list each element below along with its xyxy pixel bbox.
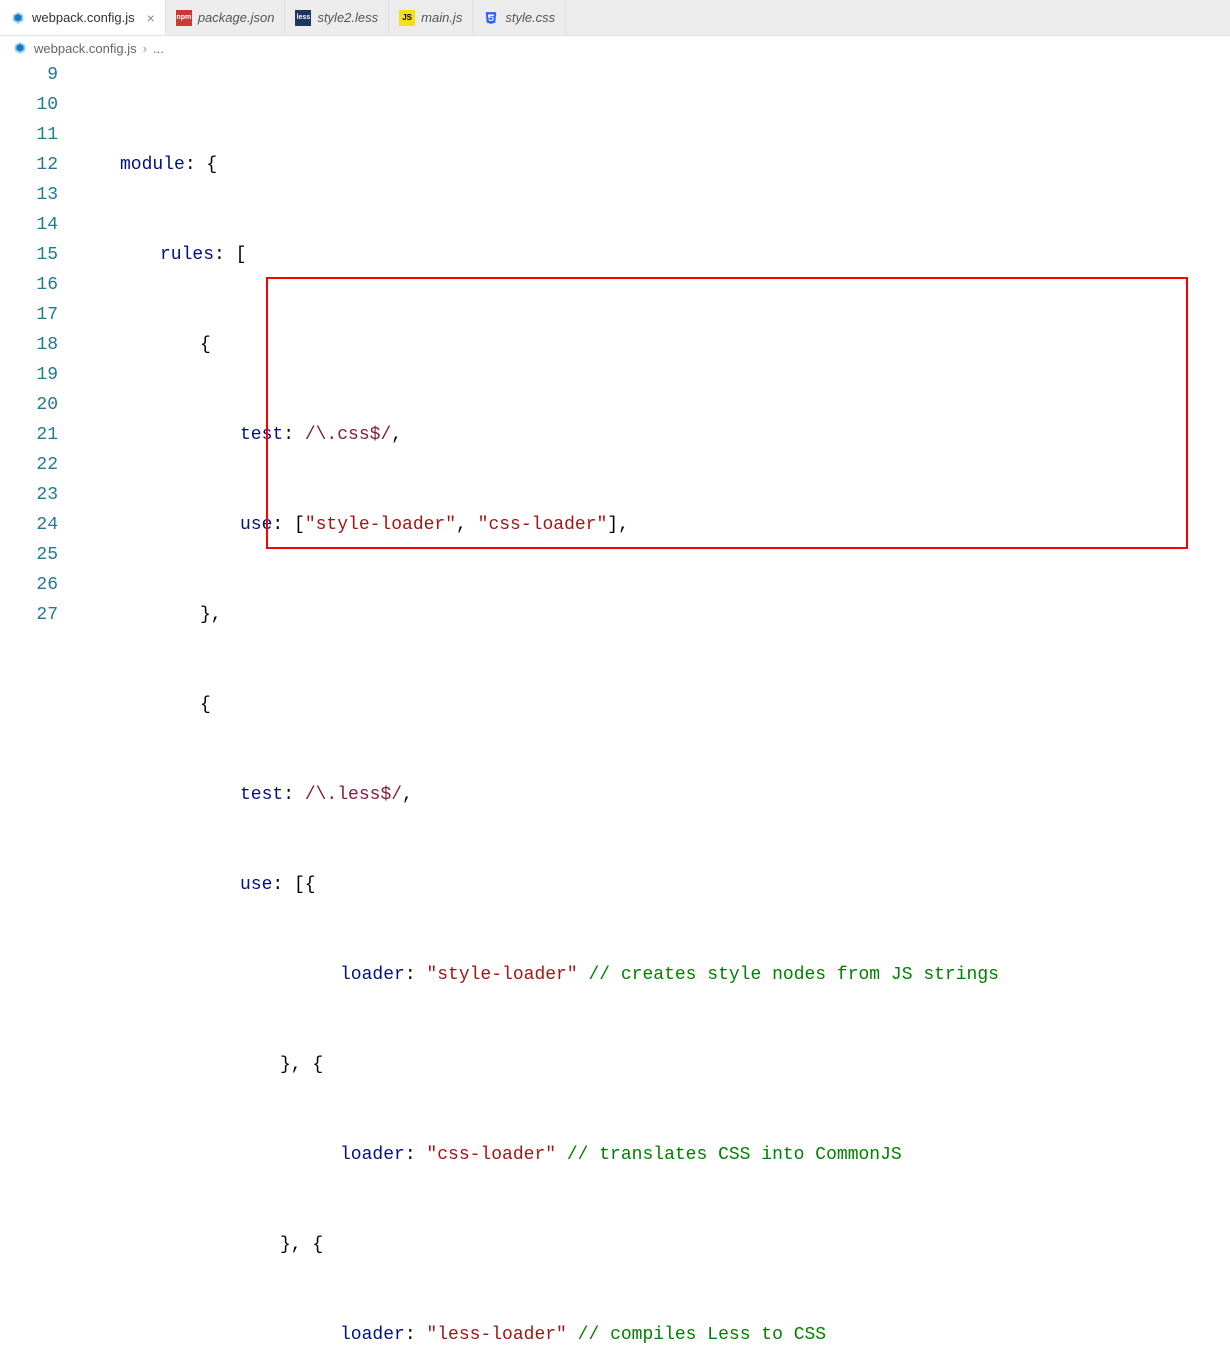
tab-style-css[interactable]: style.css	[473, 0, 566, 35]
tab-label: package.json	[198, 10, 275, 25]
code-line: rules: [	[80, 240, 1230, 270]
line-number: 21	[0, 420, 58, 450]
code-line: test: /\.css$/,	[80, 420, 1230, 450]
line-number: 9	[0, 60, 58, 90]
tab-label: style.css	[505, 10, 555, 25]
webpack-icon	[12, 40, 28, 56]
annotation-highlight	[266, 277, 1188, 549]
line-number: 11	[0, 120, 58, 150]
webpack-icon	[10, 10, 26, 26]
code-line: {	[80, 690, 1230, 720]
tab-label: main.js	[421, 10, 462, 25]
line-number: 17	[0, 300, 58, 330]
line-number: 23	[0, 480, 58, 510]
tab-main-js[interactable]: JS main.js	[389, 0, 473, 35]
tab-label: style2.less	[317, 10, 378, 25]
code-line: loader: "less-loader" // compiles Less t…	[80, 1320, 1230, 1348]
code-line: module: {	[80, 150, 1230, 180]
tab-style2-less[interactable]: less style2.less	[285, 0, 389, 35]
js-icon: JS	[399, 10, 415, 26]
npm-icon: npm	[176, 10, 192, 26]
code-line: loader: "style-loader" // creates style …	[80, 960, 1230, 990]
editor-area[interactable]: 9101112131415161718192021222324252627 mo…	[0, 60, 1230, 674]
line-number: 14	[0, 210, 58, 240]
tab-label: webpack.config.js	[32, 10, 135, 25]
line-number: 16	[0, 270, 58, 300]
line-number: 24	[0, 510, 58, 540]
breadcrumb[interactable]: webpack.config.js › ...	[0, 36, 1230, 60]
code-line: },	[80, 600, 1230, 630]
tab-webpack-config[interactable]: webpack.config.js ×	[0, 0, 166, 35]
code-line: {	[80, 330, 1230, 360]
code-line: }, {	[80, 1050, 1230, 1080]
line-number: 19	[0, 360, 58, 390]
less-icon: less	[295, 10, 311, 26]
breadcrumb-file: webpack.config.js	[34, 41, 137, 56]
line-number: 25	[0, 540, 58, 570]
line-number: 12	[0, 150, 58, 180]
code-line: }, {	[80, 1230, 1230, 1260]
line-gutter: 9101112131415161718192021222324252627	[0, 60, 80, 674]
line-number: 20	[0, 390, 58, 420]
tab-package-json[interactable]: npm package.json	[166, 0, 286, 35]
breadcrumb-separator: ›	[143, 41, 147, 56]
code-line: test: /\.less$/,	[80, 780, 1230, 810]
line-number: 22	[0, 450, 58, 480]
line-number: 26	[0, 570, 58, 600]
code-content[interactable]: module: { rules: [ { test: /\.css$/, use…	[80, 60, 1230, 674]
breadcrumb-more: ...	[153, 41, 164, 56]
tabs-bar: webpack.config.js × npm package.json les…	[0, 0, 1230, 36]
line-number: 13	[0, 180, 58, 210]
code-line: loader: "css-loader" // translates CSS i…	[80, 1140, 1230, 1170]
close-icon[interactable]: ×	[147, 10, 155, 26]
code-line: use: [{	[80, 870, 1230, 900]
css-icon	[483, 10, 499, 26]
line-number: 15	[0, 240, 58, 270]
code-line: use: ["style-loader", "css-loader"],	[80, 510, 1230, 540]
line-number: 27	[0, 600, 58, 630]
line-number: 10	[0, 90, 58, 120]
line-number: 18	[0, 330, 58, 360]
